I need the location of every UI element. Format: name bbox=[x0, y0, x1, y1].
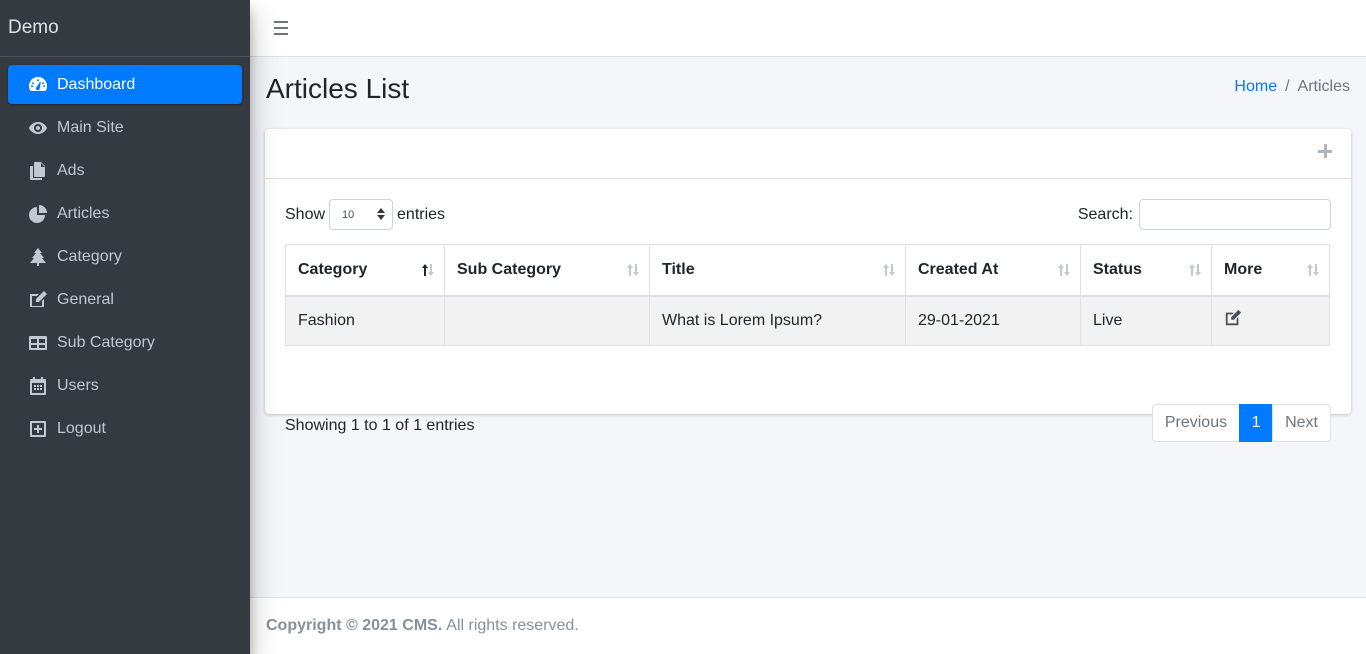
column-header-more[interactable]: More bbox=[1211, 244, 1330, 297]
sidebar-item-label: Articles bbox=[57, 204, 110, 222]
sort-icon bbox=[1056, 263, 1072, 277]
sidebar-item-main-site[interactable]: Main Site bbox=[8, 108, 242, 147]
cell-status: Live bbox=[1080, 295, 1212, 346]
sort-icon bbox=[625, 263, 641, 277]
sort-icon bbox=[1305, 263, 1321, 277]
brand-link[interactable]: Demo bbox=[0, 0, 250, 57]
column-label: More bbox=[1224, 260, 1263, 278]
column-label: Created At bbox=[918, 260, 999, 278]
edit-icon bbox=[27, 290, 49, 310]
sidebar-item-label: Sub Category bbox=[57, 333, 155, 351]
column-label: Category bbox=[298, 260, 368, 278]
add-icon[interactable] bbox=[1317, 143, 1333, 159]
plus-square-icon bbox=[27, 419, 49, 439]
sidebar-item-label: Main Site bbox=[57, 118, 124, 136]
column-header-category[interactable]: Category bbox=[285, 244, 445, 297]
copy-icon bbox=[27, 161, 49, 181]
sidebar-item-articles[interactable]: Articles bbox=[8, 194, 242, 233]
breadcrumb-home-link[interactable]: Home bbox=[1234, 78, 1277, 96]
dashboard-icon bbox=[27, 75, 49, 95]
cell-category: Fashion bbox=[285, 295, 445, 346]
show-label: Show bbox=[285, 205, 326, 223]
previous-page-button[interactable]: Previous bbox=[1151, 404, 1241, 442]
top-navbar bbox=[250, 0, 1366, 57]
sidebar-item-label: General bbox=[57, 290, 114, 308]
sidebar-item-users[interactable]: Users bbox=[8, 366, 242, 405]
tree-icon bbox=[27, 247, 49, 267]
menu-toggle-icon[interactable] bbox=[274, 21, 288, 35]
sort-icon bbox=[881, 263, 897, 277]
sidebar-item-label: Users bbox=[57, 376, 99, 394]
sort-icon bbox=[1187, 263, 1203, 277]
calendar-icon bbox=[27, 376, 49, 396]
column-label: Title bbox=[662, 260, 695, 278]
sidebar-item-label: Logout bbox=[57, 419, 106, 437]
footer: Copyright © 2021 CMS. All rights reserve… bbox=[250, 597, 1366, 654]
column-header-sub-category[interactable]: Sub Category bbox=[444, 244, 650, 297]
cell-title: What is Lorem Ipsum? bbox=[649, 295, 906, 346]
entries-length-control: Show 10 entries bbox=[285, 199, 445, 230]
sidebar-item-dashboard[interactable]: Dashboard bbox=[8, 65, 242, 104]
sidebar-item-logout[interactable]: Logout bbox=[8, 409, 242, 448]
column-label: Sub Category bbox=[457, 260, 562, 278]
search-control: Search: bbox=[1078, 199, 1331, 230]
breadcrumb-current: Articles bbox=[1297, 78, 1350, 95]
cell-more bbox=[1211, 295, 1330, 346]
articles-table: Category Sub Category Title Created At S… bbox=[285, 244, 1330, 346]
table-row: Fashion What is Lorem Ipsum? 29-01-2021 … bbox=[285, 295, 1330, 346]
sidebar-item-general[interactable]: General bbox=[8, 280, 242, 319]
breadcrumb: Home / Articles bbox=[1234, 78, 1350, 96]
articles-card: Show 10 entries Search: Category Sub Cat… bbox=[265, 129, 1351, 442]
content-header: Articles List Home / Articles bbox=[250, 57, 1366, 122]
page-button-1[interactable]: 1 bbox=[1239, 404, 1274, 442]
table-header-row: Category Sub Category Title Created At S… bbox=[285, 244, 1330, 297]
sort-asc-icon bbox=[420, 263, 436, 277]
table-info: Showing 1 to 1 of 1 entries bbox=[285, 417, 475, 434]
search-input[interactable] bbox=[1139, 199, 1331, 230]
table-icon bbox=[27, 333, 49, 353]
column-label: Status bbox=[1093, 260, 1142, 278]
pagination: Previous 1 Next bbox=[1151, 404, 1331, 442]
cell-created-at: 29-01-2021 bbox=[905, 295, 1081, 346]
sidebar-item-ads[interactable]: Ads bbox=[8, 151, 242, 190]
card-header bbox=[265, 129, 1351, 179]
entries-label: entries bbox=[397, 205, 446, 223]
next-page-button[interactable]: Next bbox=[1272, 404, 1331, 442]
sidebar: Demo Dashboard Main Site Ads Articles Ca… bbox=[0, 0, 250, 654]
breadcrumb-separator: / bbox=[1285, 78, 1290, 95]
cell-sub-category bbox=[444, 295, 650, 346]
column-header-status[interactable]: Status bbox=[1080, 244, 1212, 297]
chart-pie-icon bbox=[27, 204, 49, 224]
sidebar-item-label: Ads bbox=[57, 161, 85, 179]
page-title: Articles List bbox=[266, 73, 410, 104]
page-size-select[interactable]: 10 bbox=[329, 199, 394, 230]
sidebar-item-label: Category bbox=[57, 247, 122, 265]
sidebar-item-label: Dashboard bbox=[57, 75, 136, 93]
sidebar-nav: Dashboard Main Site Ads Articles Categor… bbox=[0, 57, 250, 448]
column-header-created-at[interactable]: Created At bbox=[905, 244, 1081, 297]
footer-copyright: Copyright © 2021 CMS. bbox=[266, 617, 443, 634]
sidebar-item-sub-category[interactable]: Sub Category bbox=[8, 323, 242, 362]
footer-rights: All rights reserved. bbox=[446, 617, 579, 634]
eye-icon bbox=[27, 118, 49, 138]
sidebar-item-category[interactable]: Category bbox=[8, 237, 242, 276]
edit-icon[interactable] bbox=[1224, 310, 1242, 331]
page-size-wrapper: 10 bbox=[325, 199, 397, 230]
search-label: Search: bbox=[1077, 205, 1133, 223]
column-header-title[interactable]: Title bbox=[649, 244, 906, 297]
